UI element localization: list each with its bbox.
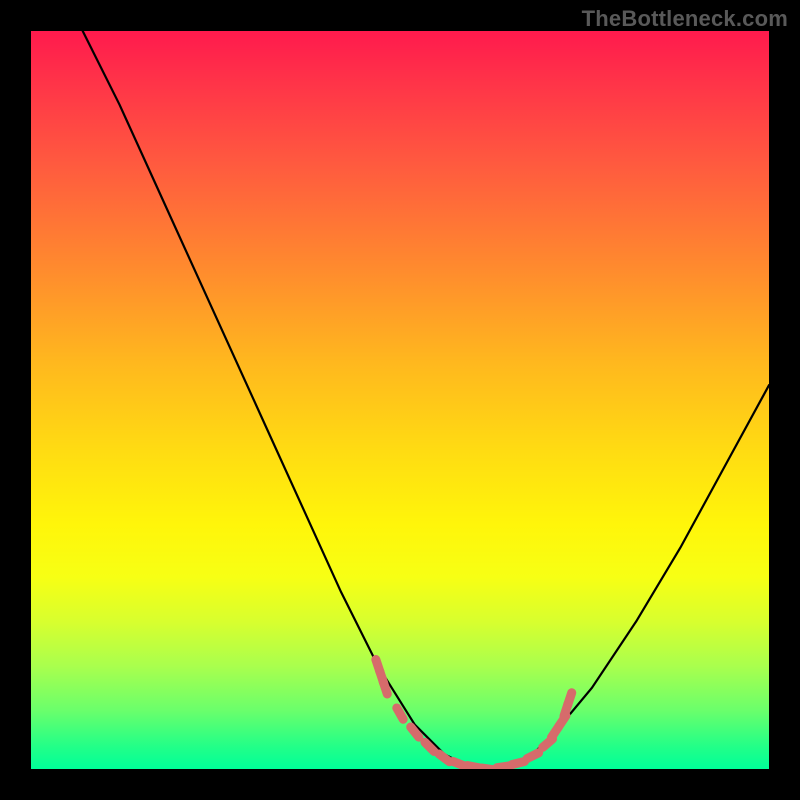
chart-frame: TheBottleneck.com — [0, 0, 800, 800]
chart-svg — [31, 31, 769, 769]
watermark-text: TheBottleneck.com — [582, 6, 788, 32]
plot-area — [31, 31, 769, 769]
marker-tick — [391, 702, 410, 726]
marker-group — [370, 654, 577, 769]
bottleneck-curve-path — [83, 31, 769, 769]
